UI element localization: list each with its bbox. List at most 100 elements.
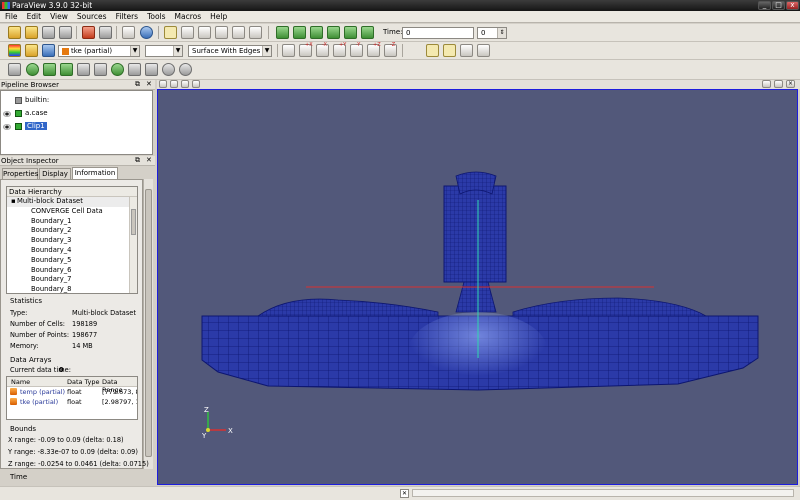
stream-tracer-icon[interactable] [128,63,141,76]
render-view[interactable]: Z X Y [157,89,798,485]
menu-edit[interactable]: Edit [22,11,46,21]
glyph-icon[interactable] [111,63,124,76]
time-step-spinbox[interactable]: 0 ⇕ [477,27,507,39]
abort-button[interactable]: ✕ [400,489,409,498]
reset-camera-icon[interactable] [282,44,295,57]
open-recent-icon[interactable] [25,26,38,39]
extract-level-icon[interactable] [179,63,192,76]
component-select[interactable]: ▼ [145,45,183,57]
tree-item[interactable]: Boundary_5 [7,256,137,266]
tree-item[interactable]: Boundary_1 [7,217,137,227]
data-hierarchy-tree[interactable]: Data Hierarchy ▪Multi-block Dataset CONV… [6,186,138,294]
tree-scrollbar[interactable] [129,197,137,293]
tab-properties[interactable]: Properties [2,168,38,179]
view-minus-x-icon[interactable]: -X [316,42,329,57]
redo-icon[interactable] [99,26,112,39]
lookmark-icon[interactable] [170,80,178,88]
tree-scrollbar-thumb[interactable] [131,209,136,235]
pipeline-item-builtin[interactable]: builtin: [15,95,49,105]
close-window-button[interactable]: x [786,1,799,10]
close-view-icon[interactable]: × [786,80,795,88]
threshold-icon[interactable] [77,63,90,76]
loop-icon[interactable] [361,26,374,39]
split-horizontal-icon[interactable] [762,80,771,88]
connect-icon[interactable] [122,26,135,39]
maximize-button[interactable]: □ [772,1,785,10]
contour-icon[interactable] [26,63,39,76]
menu-file[interactable]: File [0,11,22,21]
undo-icon[interactable] [82,26,95,39]
save-state-icon[interactable] [59,26,72,39]
split-view-icon[interactable] [192,80,200,88]
table-row[interactable]: temp (partial) float [779.673, 87 [7,387,137,397]
last-frame-icon[interactable] [344,26,357,39]
view-plus-z-icon[interactable]: +Z [367,42,381,57]
color-map-editor-icon[interactable] [8,44,21,57]
pipeline-item-a-case[interactable]: a.case [15,108,48,118]
tab-display[interactable]: Display [39,168,71,179]
clip-icon[interactable] [43,63,56,76]
tree-item[interactable]: Boundary_6 [7,266,137,276]
minimize-button[interactable]: _ [758,1,771,10]
menu-help[interactable]: Help [205,11,231,21]
rescale-range-icon[interactable] [42,44,55,57]
pick-center-icon[interactable] [460,44,473,57]
save-data-icon[interactable] [42,26,55,39]
tree-item[interactable]: Boundary_8 [7,285,137,293]
tab-information[interactable]: Information [72,167,118,179]
group-datasets-icon[interactable] [162,63,175,76]
tree-item[interactable]: CONVERGE Cell Data [7,207,137,217]
extract-subset-icon[interactable] [94,63,107,76]
rotate-icon[interactable] [477,44,490,57]
visibility-eye-icon[interactable] [3,111,11,117]
warp-vector-icon[interactable] [145,63,158,76]
calculator-icon[interactable] [8,63,21,76]
tree-item[interactable]: Boundary_3 [7,236,137,246]
undock-icon[interactable]: ⧉ [135,156,140,165]
representation-select[interactable]: Surface With Edges ▼ [188,45,272,57]
view-plus-y-icon[interactable]: +Y [333,42,346,57]
pipeline-item-clip1[interactable]: Clip1 [15,121,47,131]
maximize-view-icon[interactable] [774,80,783,88]
tree-item[interactable]: Boundary_2 [7,226,137,236]
tree-root-item[interactable]: ▪Multi-block Dataset [7,197,137,207]
view-minus-y-icon[interactable]: -Y [350,42,363,57]
view-plus-x-icon[interactable]: +X [299,42,313,57]
tree-item[interactable]: Boundary_4 [7,246,137,256]
capture-icon[interactable] [181,80,189,88]
previous-frame-icon[interactable] [293,26,306,39]
open-file-icon[interactable] [8,26,21,39]
undock-icon[interactable]: ⧉ [135,80,140,89]
play-icon[interactable] [310,26,323,39]
slice-icon[interactable] [60,63,73,76]
show-center-icon[interactable] [426,44,439,57]
menu-filters[interactable]: Filters [111,11,142,21]
menu-tools[interactable]: Tools [142,11,169,21]
help-icon[interactable] [140,26,153,39]
menu-macros[interactable]: Macros [170,11,206,21]
menu-sources[interactable]: Sources [72,11,111,21]
select-points-on-icon[interactable] [198,26,211,39]
reset-center-icon[interactable] [443,44,456,57]
visibility-eye-icon[interactable] [3,124,11,130]
time-input[interactable]: 0 [402,27,474,39]
interact-select-icon[interactable] [164,26,177,39]
color-array-select[interactable]: tke (partial) ▼ [58,45,140,57]
next-frame-icon[interactable] [327,26,340,39]
select-block-icon[interactable] [249,26,262,39]
table-row[interactable]: tke (partial) float [2.98797, 18 [7,397,137,407]
inspector-scrollbar[interactable] [143,179,153,469]
close-panel-icon[interactable]: ✕ [146,156,152,164]
toggle-scalar-bar-icon[interactable] [25,44,38,57]
select-cells-on-icon[interactable] [181,26,194,39]
first-frame-icon[interactable] [276,26,289,39]
camera-icon[interactable] [159,80,167,88]
select-points-through-icon[interactable] [232,26,245,39]
close-panel-icon[interactable]: ✕ [146,80,152,88]
tree-item[interactable]: Boundary_7 [7,275,137,285]
scrollbar-thumb[interactable] [145,189,152,457]
menu-view[interactable]: View [45,11,72,21]
data-arrays-table[interactable]: Name Data Type Data Range temp (partial)… [6,376,138,420]
view-minus-z-icon[interactable]: -Z [384,42,397,57]
select-cells-through-icon[interactable] [215,26,228,39]
